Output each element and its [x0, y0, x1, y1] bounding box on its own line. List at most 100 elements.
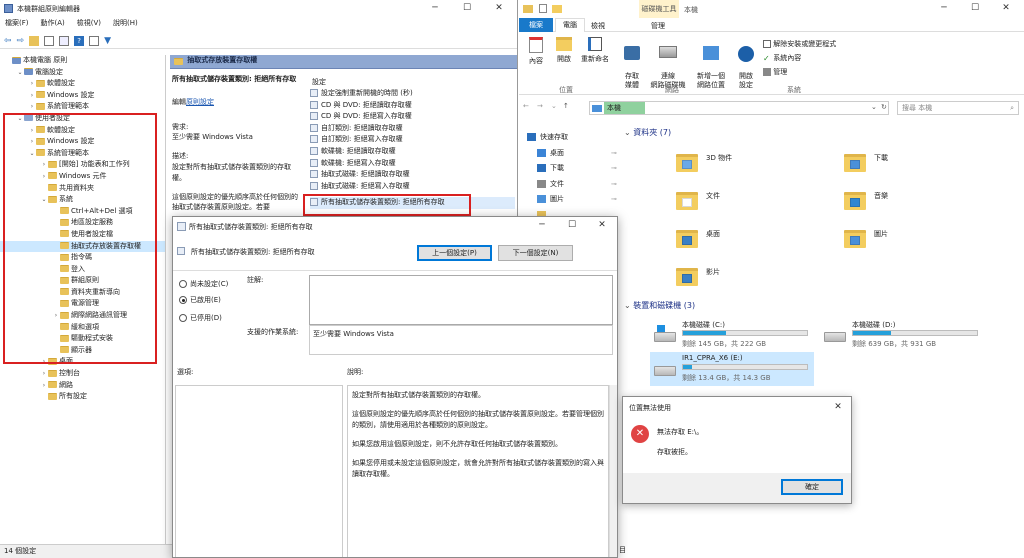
tree-item[interactable]: 本機電腦 原則 [0, 55, 165, 67]
setting-row[interactable]: 抽取式磁碟: 拒絕寫入存取權 [310, 181, 515, 193]
nav-item[interactable]: 圖片 ⊸ [519, 192, 623, 208]
tree-item[interactable]: ⌄ 電腦設定 [0, 67, 165, 79]
radio-disabled[interactable]: 已停用(D) [179, 313, 222, 323]
nav-forward-icon[interactable]: → [537, 102, 543, 110]
nav-item[interactable]: 桌面 ⊸ [519, 146, 623, 162]
drive-item[interactable]: 本機磁碟 (D:) 剩餘 639 GB，共 931 GB [820, 318, 984, 352]
setting-row[interactable]: 軟碟機: 拒絕讀取存取權 [310, 146, 515, 158]
show-tree-icon[interactable] [44, 35, 55, 46]
pin-icon[interactable]: ⊸ [611, 177, 617, 193]
drive-item[interactable]: 本機磁碟 (C:) 剩餘 145 GB，共 222 GB [650, 318, 814, 352]
address-bar[interactable]: 本機 [589, 101, 889, 115]
ribbon-rename[interactable]: 重新命名 [579, 37, 611, 64]
setting-row[interactable]: CD 與 DVD: 拒絕讀取存取權 [310, 100, 515, 112]
ribbon-settings[interactable]: 開啟 設定 [735, 37, 757, 99]
menu-action[interactable]: 動作(A) [41, 18, 65, 31]
tab-computer[interactable]: 電腦 [555, 18, 585, 32]
tree-item[interactable]: 所有設定 [0, 391, 165, 403]
up-folder-icon[interactable] [29, 35, 40, 46]
maximize-button[interactable]: ☐ [452, 0, 482, 16]
tree-item[interactable]: › 控制台 [0, 368, 165, 380]
help-icon[interactable]: ? [74, 35, 85, 46]
ribbon-open[interactable]: 開啟 [553, 37, 575, 64]
nav-item[interactable]: 快速存取 [519, 130, 623, 146]
folder-item[interactable]: 文件 [676, 192, 816, 222]
refresh-icon[interactable]: ↻ [881, 103, 887, 111]
dialog-close-button[interactable]: ✕ [587, 217, 617, 233]
close-button[interactable]: ✕ [484, 0, 514, 16]
nav-item[interactable]: 下載 ⊸ [519, 161, 623, 177]
ribbon-add-location[interactable]: 新增一個 網路位置 [691, 37, 731, 99]
minimize-button[interactable]: ─ [420, 0, 450, 16]
tree-item[interactable]: › 軟體設定 [0, 78, 165, 90]
qat-newfolder-icon[interactable] [552, 5, 562, 13]
dialog-maximize-button[interactable]: ☐ [557, 217, 587, 233]
comment-box[interactable] [309, 275, 613, 325]
ok-button[interactable]: 確定 [781, 479, 843, 495]
setting-row[interactable]: 自訂類別: 拒絕寫入存取權 [310, 134, 515, 146]
next-setting-button[interactable]: 下一個設定(N) [498, 245, 573, 261]
nav-up-icon[interactable]: ↑ [563, 102, 569, 110]
explorer-maximize-button[interactable]: ☐ [960, 0, 990, 16]
collapsed-arrow-icon[interactable]: › [28, 78, 36, 90]
setting-row[interactable]: 軟碟機: 拒絕寫入存取權 [310, 158, 515, 170]
tree-item[interactable]: › 系統管理範本 [0, 101, 165, 113]
folder-item[interactable]: 下載 [844, 154, 984, 184]
sys-manage[interactable]: 管理 [763, 67, 787, 77]
folder-item[interactable]: 圖片 [844, 230, 984, 260]
tab-view[interactable]: 檢視 [591, 21, 605, 31]
filter-icon[interactable]: ▼ [104, 36, 111, 46]
nav-item[interactable]: 文件 ⊸ [519, 177, 623, 193]
folders-header[interactable]: ⌄ 資料夾 (7) [624, 127, 671, 138]
folder-item[interactable]: 桌面 [676, 230, 816, 260]
forward-icon[interactable]: ⇨ [17, 36, 25, 46]
collapsed-arrow-icon[interactable]: › [28, 101, 36, 113]
expanded-arrow-icon[interactable]: ⌄ [16, 67, 24, 79]
collapsed-arrow-icon[interactable]: › [40, 368, 48, 380]
nav-recent-icon[interactable]: ⌄ [551, 102, 557, 110]
error-close-button[interactable]: ✕ [823, 399, 851, 415]
folder-item[interactable]: 音樂 [844, 192, 984, 222]
properties-icon[interactable] [89, 35, 100, 46]
sys-properties[interactable]: ✓ 系統內容 [763, 53, 801, 63]
collapsed-arrow-icon[interactable]: › [28, 90, 36, 102]
collapsed-arrow-icon[interactable]: › [40, 380, 48, 392]
help-scrollbar[interactable] [609, 385, 617, 557]
export-icon[interactable] [59, 35, 70, 46]
back-icon[interactable]: ⇦ [4, 36, 12, 46]
qat-properties-icon[interactable] [539, 4, 547, 13]
menu-file[interactable]: 檔案(F) [5, 18, 29, 31]
tree-item[interactable]: › Windows 設定 [0, 90, 165, 102]
ribbon-media[interactable]: 存取 媒體 [619, 37, 645, 99]
radio-not-configured[interactable]: 尚未設定(C) [179, 279, 228, 289]
devices-header[interactable]: ⌄ 裝置和磁碟機 (3) [624, 300, 695, 311]
prev-setting-button[interactable]: 上一個設定(P) [417, 245, 492, 261]
setting-row[interactable]: 設定強制重新開機的時間 (秒) [310, 88, 515, 100]
search-box[interactable]: 搜尋 本機 ⌕ [897, 101, 1019, 115]
folder-item[interactable]: 3D 物件 [676, 154, 816, 184]
pin-icon[interactable]: ⊸ [611, 146, 617, 162]
desc-label: 描述: [172, 152, 189, 161]
tab-file[interactable]: 檔案 [519, 18, 553, 32]
dialog-minimize-button[interactable]: ─ [527, 217, 557, 233]
tab-manage[interactable]: 管理 [643, 21, 673, 31]
folder-item[interactable]: 影片 [676, 268, 816, 298]
explorer-minimize-button[interactable]: ─ [929, 0, 959, 16]
tree-item[interactable]: › 網路 [0, 380, 165, 392]
sys-uninstall[interactable]: 解除安裝或變更程式 [763, 39, 836, 49]
setting-row[interactable]: CD 與 DVD: 拒絕寫入存取權 [310, 111, 515, 123]
drive-item[interactable]: IR1_CPRA_X6 (E:) 剩餘 13.4 GB，共 14.3 GB [650, 352, 814, 386]
pin-icon[interactable]: ⊸ [611, 192, 617, 208]
radio-enabled[interactable]: 已啟用(E) [179, 295, 221, 305]
explorer-close-button[interactable]: ✕ [991, 0, 1021, 16]
nav-back-icon[interactable]: ← [523, 102, 529, 110]
address-dropdown-icon[interactable]: ⌄ [871, 103, 877, 111]
settings-header[interactable]: 設定 [312, 77, 326, 87]
edit-policy-link[interactable]: 原則設定 [186, 98, 214, 106]
ribbon-properties[interactable]: 內容 [525, 37, 547, 66]
menu-view[interactable]: 檢視(V) [77, 18, 101, 31]
pin-icon[interactable]: ⊸ [611, 161, 617, 177]
menu-help[interactable]: 說明(H) [113, 18, 138, 31]
setting-row[interactable]: 自訂類別: 拒絕讀取存取權 [310, 123, 515, 135]
setting-row[interactable]: 抽取式磁碟: 拒絕讀取存取權 [310, 169, 515, 181]
